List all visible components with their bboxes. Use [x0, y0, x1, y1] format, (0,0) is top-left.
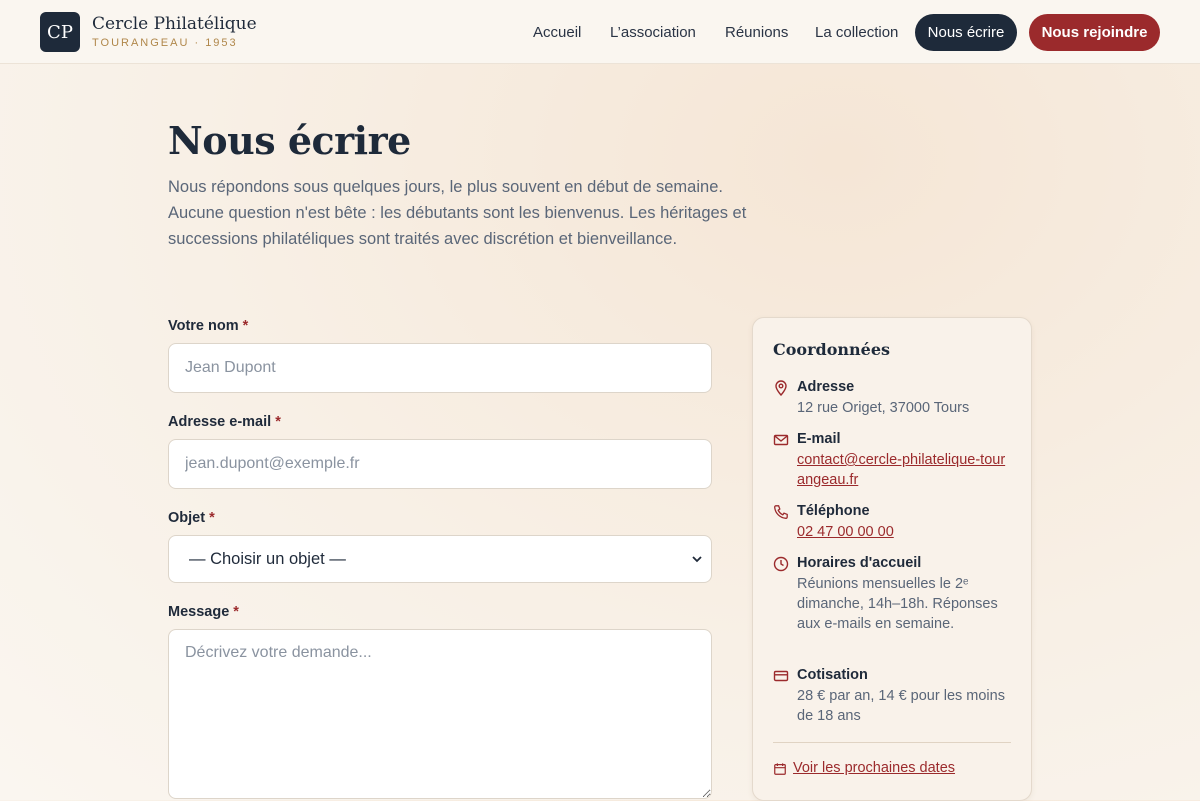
intro-text: Nous répondons sous quelques jours, le p… — [168, 178, 747, 248]
subject-label-text: Objet — [168, 510, 206, 526]
site-header: CP Cercle Philatélique TOURANGEAU · 1953… — [0, 0, 1200, 64]
join-button[interactable]: Nous rejoindre — [1029, 14, 1160, 51]
nav-link-collection[interactable]: La collection — [815, 14, 898, 51]
nav-link-association[interactable]: L’association — [610, 14, 696, 51]
upcoming-dates-link[interactable]: Voir les prochaines dates — [793, 760, 955, 776]
required-mark: * — [209, 510, 215, 526]
subject-select[interactable]: — Choisir un objet — — [168, 535, 712, 583]
page-title: Nous écrire — [168, 118, 411, 163]
email-input[interactable] — [168, 439, 712, 489]
message-textarea[interactable] — [168, 629, 712, 799]
calendar-icon — [774, 763, 786, 775]
message-label-text: Message — [168, 604, 230, 620]
phone-label: Téléphone — [797, 503, 870, 519]
card-divider — [773, 742, 1011, 743]
required-mark: * — [242, 318, 249, 334]
address-label: Adresse — [797, 379, 855, 395]
nav-link-reunions[interactable]: Réunions — [725, 14, 788, 51]
name-input[interactable] — [168, 343, 712, 393]
hours-value: Réunions mensuelles le 2ᵉ dimanche, 14h–… — [797, 576, 998, 632]
chevron-down-icon — [692, 556, 702, 563]
contact-card-title: Coordonnées — [773, 340, 890, 359]
nav-link-accueil[interactable]: Accueil — [533, 14, 581, 51]
name-label-text: Votre nom — [168, 318, 239, 334]
subject-label: Objet * — [168, 510, 215, 526]
clock-icon — [773, 556, 789, 572]
message-label: Message * — [168, 604, 239, 620]
logo-badge[interactable]: CP — [40, 12, 80, 52]
contact-card: Coordonnées Adresse 12 rue Origet, 37000… — [752, 317, 1032, 801]
brand-name[interactable]: Cercle Philatélique — [92, 14, 257, 34]
email-label: Adresse e-mail * — [168, 414, 281, 430]
email-link[interactable]: contact@cercle-philatelique-tourangeau.f… — [797, 450, 1013, 490]
nav-link-nous-ecrire[interactable]: Nous écrire — [915, 14, 1017, 51]
name-label: Votre nom * — [168, 318, 248, 334]
required-mark: * — [233, 604, 239, 620]
required-mark: * — [275, 414, 281, 430]
email-label-text: Adresse e-mail — [168, 414, 272, 430]
address-value: 12 rue Origet, 37000 Tours — [797, 400, 970, 416]
mail-icon — [773, 434, 789, 446]
map-pin-icon — [775, 380, 787, 396]
credit-card-icon — [773, 670, 789, 682]
email-label: E-mail — [797, 431, 841, 447]
brand-subtitle: TOURANGEAU · 1953 — [92, 37, 238, 49]
hours-label: Horaires d'accueil — [797, 555, 922, 571]
fee-label: Cotisation — [797, 667, 868, 683]
fee-value: 28 € par an, 14 € pour les moins de 18 a… — [797, 688, 1005, 724]
phone-link[interactable]: 02 47 00 00 00 — [797, 522, 1013, 542]
phone-icon — [774, 505, 788, 519]
subject-select-value: — Choisir un objet — — [189, 550, 346, 568]
